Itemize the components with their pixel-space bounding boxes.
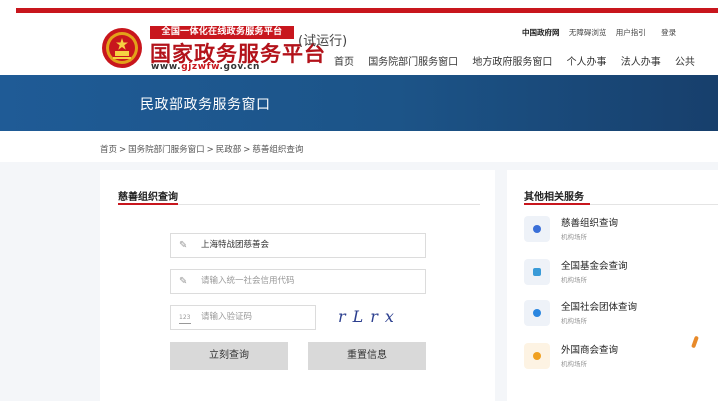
accessibility-link[interactable]: 无障碍浏览 [569, 28, 607, 37]
nav-state-council-window[interactable]: 国务院部门服务窗口 [368, 57, 458, 68]
reset-button[interactable]: 重置信息 [308, 342, 426, 370]
related-services-panel: 其他相关服务 慈善组织查询 机构场所 全国基金会查询 机构场所 全国社会团体查询… [507, 170, 718, 401]
service-name: 全国基金会查询 [561, 261, 628, 272]
main-nav: 首页 国务院部门服务窗口 地方政府服务窗口 个人办事 法人办事 公共 [334, 53, 706, 68]
breadcrumb-ministry[interactable]: 民政部 [216, 145, 242, 155]
org-name-input[interactable]: ✎ 上海特战团慈善会 [170, 233, 426, 258]
nav-home[interactable]: 首页 [334, 57, 354, 68]
person-icon [524, 216, 550, 242]
query-button[interactable]: 立刻查询 [170, 342, 288, 370]
number-icon: 123 [179, 313, 191, 324]
service-category: 机构场所 [561, 360, 587, 368]
nav-personal-affairs[interactable]: 个人办事 [567, 57, 607, 68]
clock-icon [524, 343, 550, 369]
breadcrumb-current: 慈善组织查询 [252, 145, 304, 155]
service-name: 全国社会团体查询 [561, 302, 638, 313]
top-links: 中国政府网 无障碍浏览 用户指引 登录 [522, 27, 683, 38]
document-icon [524, 259, 550, 285]
url-prefix: www. [151, 62, 182, 72]
group-icon [524, 300, 550, 326]
credit-code-placeholder: 请输入统一社会信用代码 [201, 276, 295, 286]
banner-title: 民政部政务服务窗口 [140, 97, 271, 113]
service-item-charity-query[interactable]: 慈善组织查询 机构场所 [524, 215, 714, 249]
captcha-image[interactable]: rLrx [338, 307, 401, 326]
pencil-icon: ✎ [179, 240, 188, 251]
service-item-foreign-chamber-query[interactable]: 外国商会查询 机构场所 [524, 342, 714, 376]
nav-legal-person-affairs[interactable]: 法人办事 [621, 57, 661, 68]
breadcrumb-state-council[interactable]: 国务院部门服务窗口 [128, 145, 205, 155]
org-name-value: 上海特战团慈善会 [201, 240, 270, 250]
service-name: 外国商会查询 [561, 345, 619, 356]
nav-local-gov-window[interactable]: 地方政府服务窗口 [472, 57, 552, 68]
query-panel-title: 慈善组织查询 [118, 192, 178, 203]
nav-public[interactable]: 公共 [675, 57, 695, 68]
national-emblem-icon[interactable] [101, 27, 143, 69]
breadcrumb: 首页 > 国务院部门服务窗口 > 民政部 > 慈善组织查询 [100, 143, 303, 155]
captcha-placeholder: 请输入验证码 [201, 312, 253, 322]
trial-run-label: (试运行) [298, 34, 348, 49]
service-category: 机构场所 [561, 233, 587, 241]
query-panel: 慈善组织查询 ✎ 上海特战团慈善会 ✎ 请输入统一社会信用代码 123 请输入验… [100, 170, 495, 401]
captcha-input[interactable]: 123 请输入验证码 [170, 305, 316, 330]
service-category: 机构场所 [561, 317, 587, 325]
breadcrumb-home[interactable]: 首页 [100, 145, 117, 155]
service-item-social-group-query[interactable]: 全国社会团体查询 机构场所 [524, 299, 714, 333]
pencil-icon: ✎ [179, 276, 188, 287]
url-suffix: .gov.cn [219, 62, 261, 72]
related-services-title: 其他相关服务 [524, 192, 584, 203]
platform-url: www.gjzwfw.gov.cn [151, 62, 260, 72]
title-underline [524, 203, 590, 205]
service-category: 机构场所 [561, 276, 587, 284]
credit-code-input[interactable]: ✎ 请输入统一社会信用代码 [170, 269, 426, 294]
breadcrumb-separator: > [119, 145, 127, 155]
user-guide-link[interactable]: 用户指引 [616, 28, 646, 37]
page-banner: 民政部政务服务窗口 [0, 75, 718, 131]
service-item-foundation-query[interactable]: 全国基金会查询 机构场所 [524, 258, 714, 292]
breadcrumb-separator: > [243, 145, 251, 155]
title-underline [118, 203, 178, 205]
service-name: 慈善组织查询 [561, 218, 619, 229]
url-brand: gjzwfw [181, 62, 220, 72]
gov-site-link[interactable]: 中国政府网 [522, 28, 560, 37]
login-link[interactable]: 登录 [661, 28, 676, 37]
breadcrumb-separator: > [206, 145, 214, 155]
